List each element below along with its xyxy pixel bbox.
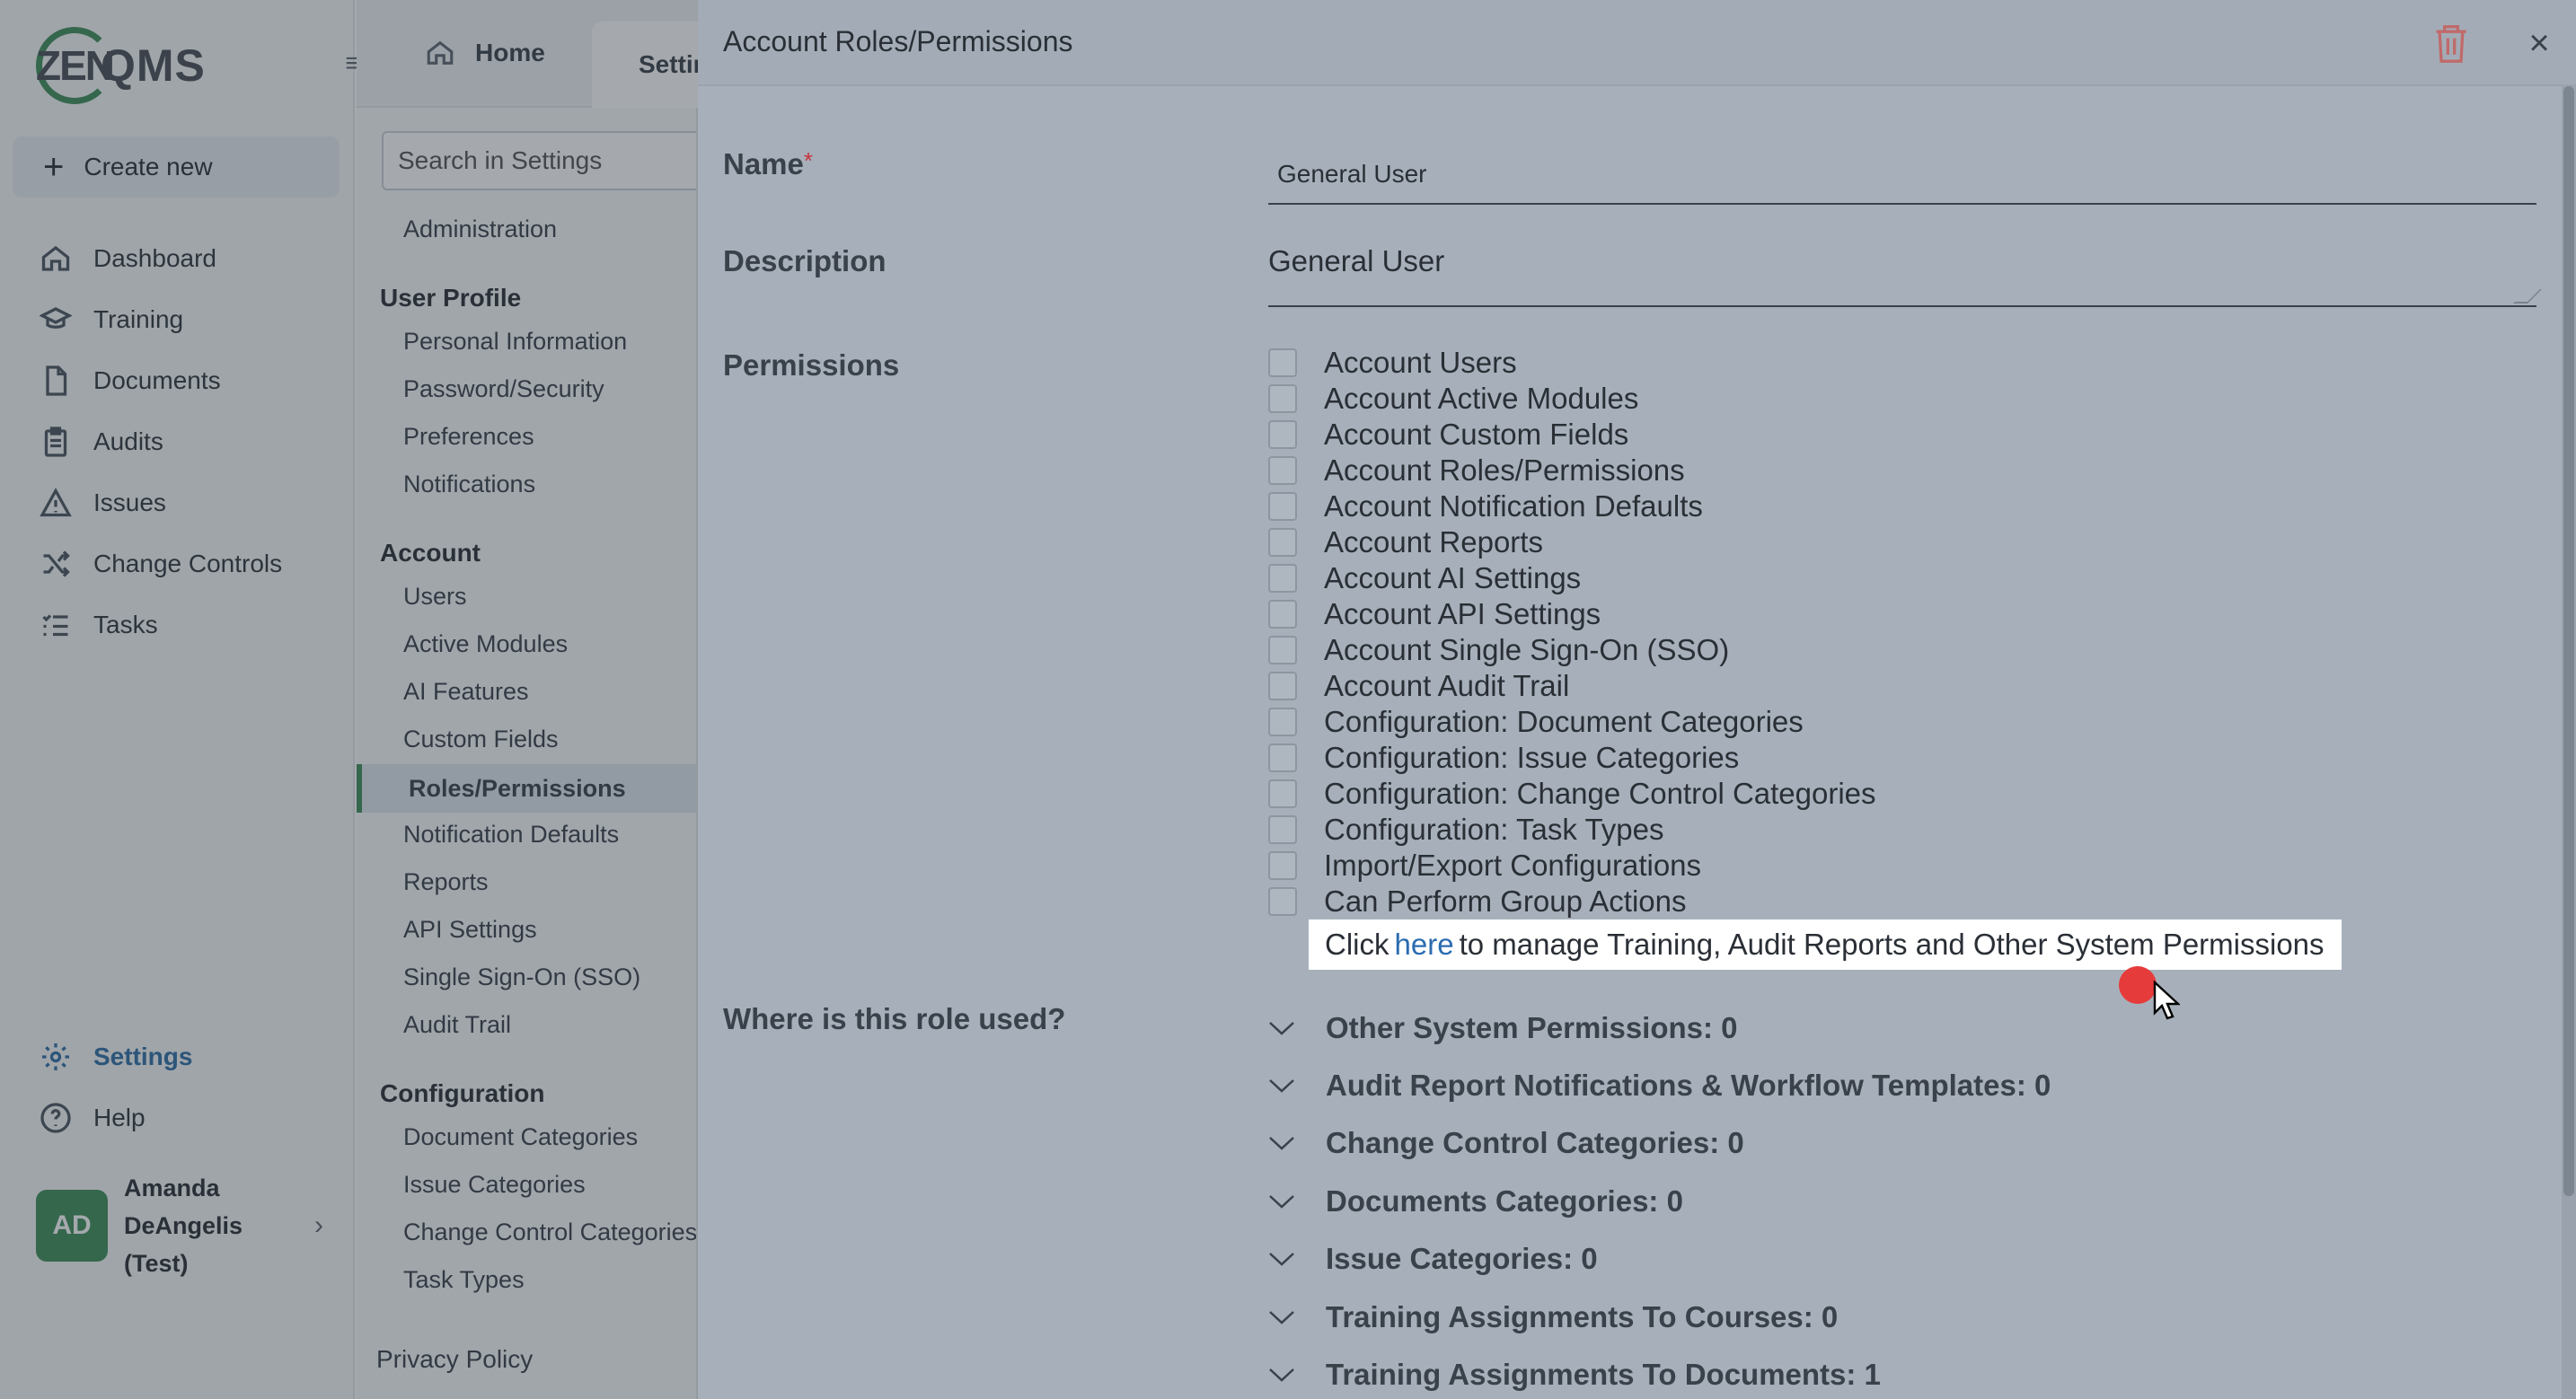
name-field[interactable]: General User [1268, 151, 2536, 205]
checkbox[interactable] [1268, 636, 1297, 664]
description-label: Description [723, 244, 887, 277]
resize-handle-icon[interactable] [2513, 289, 2542, 304]
checkbox[interactable] [1268, 492, 1297, 521]
permission-option[interactable]: Account Active Modules [1268, 381, 1638, 417]
close-icon[interactable]: × [2521, 25, 2557, 61]
checkbox[interactable] [1268, 887, 1297, 916]
permission-label: Configuration: Task Types [1324, 813, 1664, 846]
permission-label: Account Active Modules [1324, 382, 1639, 415]
permission-option[interactable]: Can Perform Group Actions [1268, 884, 1687, 919]
role-edit-drawer: Account Roles/Permissions × Name* Genera… [698, 0, 2576, 1399]
usage-accordion[interactable]: Other System Permissions: 0 [1268, 1007, 1738, 1049]
usage-item-label: Documents Categories: 0 [1326, 1184, 1683, 1218]
permission-option[interactable]: Configuration: Change Control Categories [1268, 776, 1876, 812]
checkbox[interactable] [1268, 708, 1297, 736]
checkbox[interactable] [1268, 528, 1297, 557]
permission-label: Can Perform Group Actions [1324, 884, 1687, 918]
drawer-header: Account Roles/Permissions × [698, 0, 2576, 86]
chevron-down-icon [1269, 1253, 1294, 1266]
hint-prefix: Click [1325, 928, 1389, 961]
name-label-text: Name [723, 147, 804, 180]
permission-option[interactable]: Configuration: Issue Categories [1268, 740, 1739, 776]
permission-label: Account API Settings [1324, 597, 1601, 630]
usage-item-label: Other System Permissions: 0 [1326, 1011, 1738, 1044]
drawer-title: Account Roles/Permissions [723, 25, 1073, 57]
checkbox[interactable] [1268, 672, 1297, 700]
usage-item-label: Issue Categories: 0 [1326, 1242, 1598, 1275]
description-field[interactable]: General User [1268, 235, 2542, 307]
required-mark: * [803, 147, 814, 174]
permission-option[interactable]: Account Reports [1268, 524, 1543, 560]
usage-item-label: Audit Report Notifications & Workflow Te… [1326, 1069, 2051, 1102]
checkbox[interactable] [1268, 420, 1297, 449]
permission-label: Account Audit Trail [1324, 669, 1570, 702]
permission-label: Account Users [1324, 346, 1517, 379]
chevron-down-icon [1269, 1137, 1294, 1150]
checkbox[interactable] [1268, 456, 1297, 485]
permission-label: Account Custom Fields [1324, 418, 1629, 451]
usage-accordion[interactable]: Training Assignments To Documents: 1 [1268, 1354, 1881, 1395]
permission-option[interactable]: Account Notification Defaults [1268, 488, 1703, 524]
usage-item-label: Change Control Categories: 0 [1326, 1126, 1744, 1159]
permission-label: Import/Export Configurations [1324, 849, 1702, 882]
permission-label: Account Reports [1324, 525, 1543, 559]
permission-option[interactable]: Account AI Settings [1268, 560, 1581, 596]
checkbox[interactable] [1268, 779, 1297, 808]
chevron-down-icon [1269, 1368, 1294, 1382]
drawer-scroll-thumb[interactable] [2563, 86, 2574, 1196]
permission-option[interactable]: Account Custom Fields [1268, 417, 1628, 453]
description-value: General User [1268, 244, 1445, 277]
usage-item-label: Training Assignments To Courses: 0 [1326, 1300, 1839, 1333]
permission-option[interactable]: Configuration: Task Types [1268, 812, 1664, 848]
hint-suffix: to manage Training, Audit Reports and Ot… [1459, 928, 2325, 961]
checkbox[interactable] [1268, 851, 1297, 880]
click-indicator [2119, 966, 2157, 1004]
chevron-down-icon [1269, 1079, 1294, 1093]
usage-accordion[interactable]: Training Assignments To Courses: 0 [1268, 1297, 1838, 1338]
permission-option[interactable]: Import/Export Configurations [1268, 848, 1701, 884]
permission-option[interactable]: Configuration: Document Categories [1268, 704, 1804, 740]
permission-label: Account Single Sign-On (SSO) [1324, 633, 1730, 666]
manage-permissions-link[interactable]: here [1395, 928, 1454, 962]
name-label: Name* [723, 147, 813, 181]
system-permissions-hint: Click here to manage Training, Audit Rep… [1309, 919, 2342, 970]
permission-option[interactable]: Account Users [1268, 345, 1517, 381]
chevron-down-icon [1269, 1195, 1294, 1209]
checkbox[interactable] [1268, 384, 1297, 413]
permission-option[interactable]: Account Roles/Permissions [1268, 453, 1685, 488]
usage-accordion[interactable]: Change Control Categories: 0 [1268, 1122, 1744, 1164]
permission-option[interactable]: Account API Settings [1268, 596, 1601, 632]
permission-option[interactable]: Account Single Sign-On (SSO) [1268, 632, 1729, 668]
usage-accordion[interactable]: Issue Categories: 0 [1268, 1238, 1598, 1280]
permission-label: Configuration: Issue Categories [1324, 741, 1740, 774]
permission-option[interactable]: Account Audit Trail [1268, 668, 1569, 704]
permission-label: Account Notification Defaults [1324, 489, 1703, 523]
permission-label: Account AI Settings [1324, 561, 1582, 594]
checkbox[interactable] [1268, 348, 1297, 377]
trash-icon[interactable] [2431, 22, 2471, 65]
chevron-down-icon [1269, 1022, 1294, 1035]
permissions-label: Permissions [723, 348, 900, 382]
mouse-cursor-icon [2153, 981, 2180, 1020]
checkbox[interactable] [1268, 815, 1297, 844]
usage-item-label: Training Assignments To Documents: 1 [1326, 1358, 1881, 1391]
checkbox[interactable] [1268, 743, 1297, 772]
usage-accordion[interactable]: Audit Report Notifications & Workflow Te… [1268, 1065, 2051, 1106]
permission-label: Account Roles/Permissions [1324, 453, 1685, 487]
usage-accordion[interactable]: Documents Categories: 0 [1268, 1181, 1683, 1222]
checkbox[interactable] [1268, 564, 1297, 593]
usage-label: Where is this role used? [723, 1002, 1066, 1035]
chevron-down-icon [1269, 1311, 1294, 1324]
permission-label: Configuration: Change Control Categories [1324, 777, 1876, 810]
permission-label: Configuration: Document Categories [1324, 705, 1804, 738]
checkbox[interactable] [1268, 600, 1297, 629]
